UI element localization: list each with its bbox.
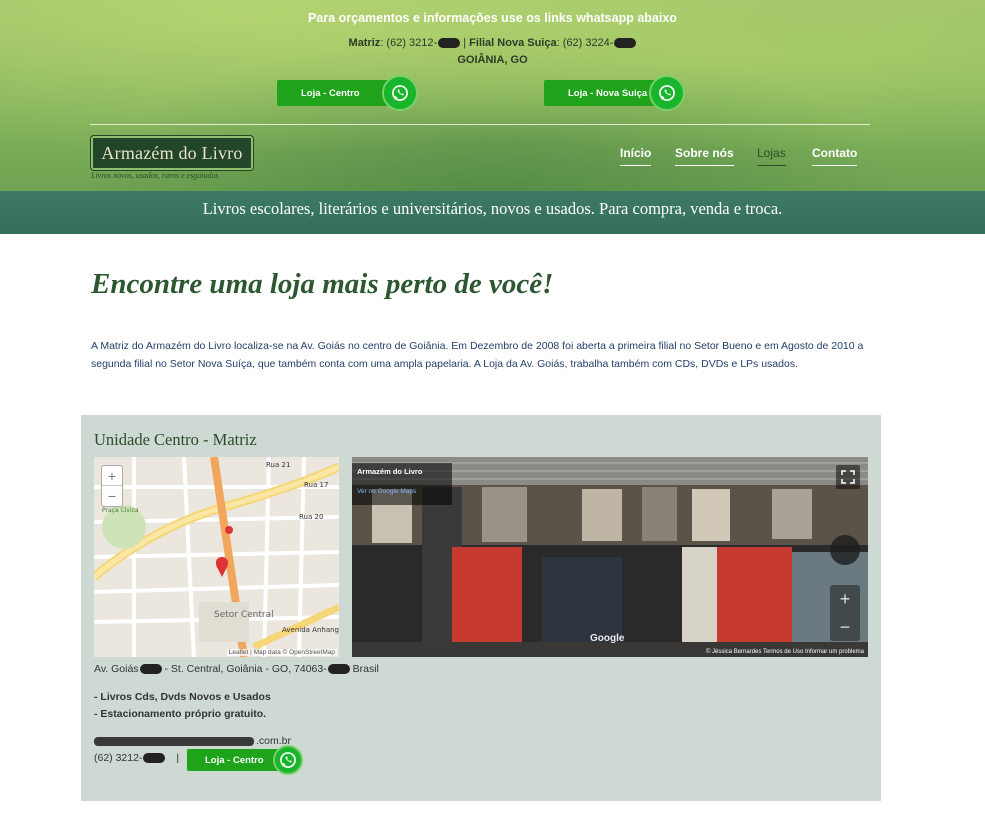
map-zoom-in-button[interactable]: + <box>102 466 122 486</box>
svg-text:Setor Central: Setor Central <box>214 610 274 620</box>
tagline-banner: Livros escolares, literários e universit… <box>0 191 985 234</box>
redaction-mark <box>139 664 162 675</box>
street-view-google-maps-link[interactable]: Ver no Google Maps <box>357 488 416 495</box>
fullscreen-icon[interactable] <box>836 465 860 489</box>
map-zoom-out-button[interactable]: − <box>102 486 122 506</box>
street-view[interactable]: Armazém do Livro Ver no Google Maps + − … <box>352 457 868 657</box>
separator: | <box>460 37 470 49</box>
store-address: Av. Goiás - St. Central, Goiânia - GO, 7… <box>94 663 379 675</box>
whatsapp-button-label: Loja - Centro <box>205 754 264 766</box>
site-header: Para orçamentos e informações use os lin… <box>0 0 985 191</box>
phone-prefix: (62) 3212- <box>94 752 143 764</box>
whatsapp-button-store[interactable]: Loja - Centro <box>187 745 303 775</box>
street-view-title: Armazém do Livro <box>357 467 423 476</box>
svg-text:Rua 21: Rua 21 <box>266 461 290 469</box>
map-attribution[interactable]: Leaflet | Map data © OpenStreetMap <box>226 649 337 656</box>
street-view-footer[interactable]: © Jéssica Bernardes Termos de Uso Inform… <box>706 649 864 655</box>
top-message: Para orçamentos e informações use os lin… <box>308 11 677 25</box>
page-title: Encontre uma loja mais perto de você! <box>91 268 554 300</box>
whatsapp-icon <box>273 745 303 775</box>
nav-item-inicio[interactable]: Início <box>620 146 652 166</box>
street-view-zoom-controls: + − <box>830 585 860 641</box>
filial-label: Filial Nova Suiça <box>469 37 557 49</box>
map-zoom-controls: + − <box>101 465 123 507</box>
logo-tagline: Livros novos, usados, raros e esgotados <box>91 171 219 180</box>
svg-text:Rua 20: Rua 20 <box>299 513 323 521</box>
matriz-label: Matriz <box>348 37 381 49</box>
google-logo: Google <box>590 633 625 644</box>
store-feature: - Estacionamento próprio gratuito. <box>94 708 267 720</box>
whatsapp-button-centro[interactable]: Loja - Centro <box>277 75 418 111</box>
phone-separator: | <box>176 752 180 764</box>
whatsapp-icon <box>649 75 685 111</box>
store-map[interactable]: Rua 21 Rua 17 Rua 20 Setor Central Aveni… <box>94 457 339 657</box>
svg-text:Praça Cívica: Praça Cívica <box>102 507 139 514</box>
filial-phone: : (62) 3224- <box>556 37 614 49</box>
store-feature: - Livros Cds, Dvds Novos e Usados <box>94 691 271 703</box>
nav-item-sobre[interactable]: Sobre nós <box>675 146 734 166</box>
redaction-mark <box>327 664 350 675</box>
nav-item-lojas[interactable]: Lojas <box>757 146 786 166</box>
matriz-phone: : (62) 3212- <box>380 37 438 49</box>
address-prefix: Av. Goiás <box>94 663 139 675</box>
map-graphic: Rua 21 Rua 17 Rua 20 Setor Central Aveni… <box>94 457 339 657</box>
whatsapp-button-nova-suica[interactable]: Loja - Nova Suiça <box>544 75 685 111</box>
store-card-centro: Unidade Centro - Matriz Rua 21 Rua 17 Ru… <box>81 415 881 801</box>
store-email[interactable]: .com.br <box>94 735 291 747</box>
intro-text: A Matriz do Armazém do Livro localiza-se… <box>91 340 864 370</box>
svg-text:Rua 17: Rua 17 <box>304 481 328 489</box>
svg-text:Avenida Anhanguer: Avenida Anhanguer <box>282 626 339 634</box>
store-title: Unidade Centro - Matriz <box>94 430 257 449</box>
sv-zoom-in-button[interactable]: + <box>830 585 860 613</box>
main-nav: Início Sobre nós Lojas Contato <box>0 146 985 170</box>
city: GOIÂNIA, GO <box>457 54 528 66</box>
header-divider <box>90 124 870 125</box>
phone-numbers: Matriz: (62) 3212- | Filial Nova Suiça: … <box>0 37 985 49</box>
compass-icon[interactable] <box>830 535 860 565</box>
whatsapp-button-label: Loja - Centro <box>301 87 360 99</box>
redaction-mark <box>94 736 254 746</box>
store-phone: (62) 3212- | <box>94 752 179 764</box>
redaction-mark <box>438 38 461 49</box>
redaction-mark <box>143 753 166 764</box>
address-mid: - St. Central, Goiânia - GO, 74063- <box>161 663 327 675</box>
address-suffix: Brasil <box>349 663 379 675</box>
whatsapp-button-label: Loja - Nova Suiça <box>568 87 648 99</box>
redaction-mark <box>614 38 637 49</box>
nav-item-contato[interactable]: Contato <box>812 146 858 166</box>
whatsapp-icon <box>382 75 418 111</box>
sv-zoom-out-button[interactable]: − <box>830 613 860 641</box>
